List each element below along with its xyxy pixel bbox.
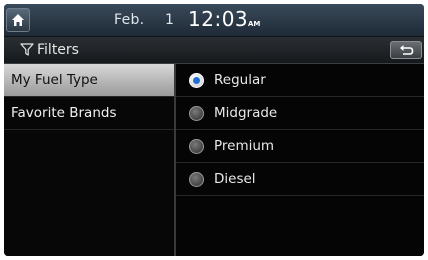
home-button[interactable]	[6, 8, 30, 32]
radio-unchecked-icon[interactable]	[189, 172, 204, 187]
back-icon	[400, 45, 414, 55]
option-label: Regular	[214, 72, 266, 88]
option-premium[interactable]: Premium	[176, 130, 424, 163]
page-title: Filters	[37, 42, 79, 58]
option-diesel[interactable]: Diesel	[176, 163, 424, 196]
menu-item-my-fuel-type[interactable]: My Fuel Type	[4, 64, 174, 97]
menu-item-label: My Fuel Type	[11, 72, 98, 88]
clock-ampm: AM	[248, 20, 261, 28]
status-bar: Feb. 1 12:03 AM	[4, 4, 424, 37]
radio-checked-icon[interactable]	[189, 73, 204, 88]
radio-unchecked-icon[interactable]	[189, 139, 204, 154]
date-month: Feb.	[114, 12, 145, 28]
back-button[interactable]	[390, 41, 422, 59]
menu-item-label: Favorite Brands	[11, 105, 117, 121]
filter-icon	[20, 43, 34, 56]
option-regular[interactable]: Regular	[176, 64, 424, 97]
category-menu: My Fuel Type Favorite Brands	[4, 64, 176, 256]
option-label: Premium	[214, 138, 275, 154]
option-label: Diesel	[214, 171, 256, 187]
screen: Feb. 1 12:03 AM Filters My Fuel Type Fav…	[4, 4, 424, 256]
date-day: 1	[165, 12, 174, 28]
fuel-type-options: Regular Midgrade Premium Diesel	[176, 64, 424, 256]
option-midgrade[interactable]: Midgrade	[176, 97, 424, 130]
radio-unchecked-icon[interactable]	[189, 106, 204, 121]
home-icon	[12, 14, 24, 26]
clock-time: 12:03	[188, 7, 249, 31]
menu-item-favorite-brands[interactable]: Favorite Brands	[4, 97, 174, 130]
filters-header: Filters	[4, 37, 424, 64]
option-label: Midgrade	[214, 105, 278, 121]
